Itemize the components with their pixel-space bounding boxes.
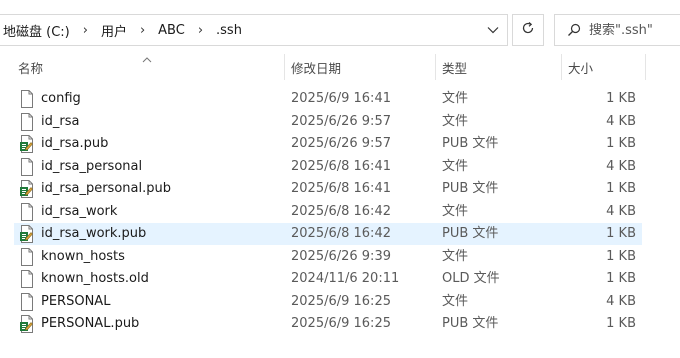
file-type: PUB 文件 — [442, 316, 499, 331]
blank-file-icon — [19, 292, 35, 311]
file-date: 2025/6/26 9:57 — [291, 136, 391, 151]
column-divider[interactable] — [645, 54, 646, 80]
file-size: 4 KB — [606, 158, 636, 174]
publisher-file-icon — [19, 180, 35, 198]
column-divider[interactable] — [284, 54, 285, 80]
blank-file-icon — [19, 157, 35, 176]
blank-file-icon — [19, 90, 35, 108]
breadcrumb-users[interactable]: 用户 — [98, 21, 130, 40]
file-row[interactable]: id_rsa_personal 2025/6/8 16:41 文件 4 KB — [14, 156, 642, 178]
file-row[interactable]: id_rsa.pub 2025/6/26 9:57 PUB 文件 1 KB — [14, 133, 642, 155]
file-type: 文件 — [442, 113, 469, 129]
file-type: 文件 — [442, 203, 469, 219]
file-name: id_rsa_work — [41, 203, 118, 219]
file-name: known_hosts.old — [41, 271, 149, 286]
publisher-file-icon — [19, 225, 35, 243]
column-divider[interactable] — [435, 54, 436, 80]
column-header-row: 名称 修改日期 类型 大小 — [0, 54, 680, 80]
file-size: 1 KB — [606, 316, 636, 331]
window-top-strip — [0, 0, 680, 8]
column-divider[interactable] — [561, 54, 562, 80]
file-size: 1 KB — [606, 271, 636, 286]
file-size: 1 KB — [606, 226, 636, 241]
blank-file-icon — [19, 112, 35, 131]
search-input[interactable] — [589, 22, 669, 38]
file-row[interactable]: id_rsa_personal.pub 2025/6/8 16:41 PUB 文件 1… — [14, 178, 642, 200]
file-size: 1 KB — [606, 136, 636, 151]
file-date: 2024/11/6 20:11 — [291, 271, 400, 286]
blank-file-icon — [19, 270, 35, 288]
chevron-down-icon[interactable] — [485, 22, 501, 38]
file-type: PUB 文件 — [442, 226, 499, 241]
breadcrumb-separator[interactable]: › — [188, 23, 213, 38]
search-icon — [567, 23, 581, 37]
file-size: 1 KB — [606, 181, 636, 196]
breadcrumb: 地磁盘 (C:) › 用户 › ABC › .ssh — [0, 15, 245, 45]
file-row[interactable]: known_hosts 2025/6/26 9:39 文件 1 KB — [14, 246, 642, 268]
refresh-icon — [521, 21, 535, 39]
file-size: 4 KB — [606, 203, 636, 219]
file-name: id_rsa.pub — [41, 136, 109, 151]
file-date: 2025/6/26 9:57 — [291, 113, 391, 129]
file-size: 4 KB — [606, 113, 636, 129]
file-name: config — [41, 91, 81, 106]
file-date: 2025/6/8 16:41 — [291, 181, 391, 196]
file-type: 文件 — [442, 91, 469, 106]
file-date: 2025/6/9 16:25 — [291, 316, 391, 331]
blank-file-icon — [19, 202, 35, 221]
file-row[interactable]: PERSONAL 2025/6/9 16:25 文件 4 KB — [14, 291, 642, 313]
file-row[interactable]: config 2025/6/9 16:41 文件 1 KB — [14, 88, 642, 110]
publisher-file-icon — [19, 135, 35, 153]
file-size: 1 KB — [606, 91, 636, 106]
column-header-name[interactable]: 名称 — [18, 54, 43, 80]
file-date: 2025/6/8 16:42 — [291, 226, 391, 241]
column-header-size[interactable]: 大小 — [568, 54, 593, 80]
file-date: 2025/6/26 9:39 — [291, 248, 391, 264]
sort-ascending-icon — [142, 52, 152, 67]
file-name: PERSONAL — [41, 293, 111, 309]
file-date: 2025/6/9 16:25 — [291, 293, 391, 309]
file-row[interactable]: known_hosts.old 2024/11/6 20:11 OLD 文件 1 KB — [14, 268, 642, 290]
column-header-type[interactable]: 类型 — [442, 54, 467, 80]
file-type: OLD 文件 — [442, 271, 500, 286]
file-name: id_rsa_personal — [41, 158, 143, 174]
file-type: 文件 — [442, 293, 469, 309]
file-name: id_rsa_work.pub — [41, 226, 147, 241]
file-date: 2025/6/9 16:41 — [291, 91, 391, 106]
file-row[interactable]: id_rsa 2025/6/26 9:57 文件 4 KB — [14, 111, 642, 133]
file-type: PUB 文件 — [442, 136, 499, 151]
file-name: PERSONAL.pub — [41, 316, 140, 331]
blank-file-icon — [19, 247, 35, 266]
file-row[interactable]: PERSONAL.pub 2025/6/9 16:25 PUB 文件 1 KB — [14, 313, 642, 335]
breadcrumb-separator[interactable]: › — [130, 23, 155, 38]
file-name: id_rsa_personal.pub — [41, 181, 171, 196]
breadcrumb-drive[interactable]: 地磁盘 (C:) — [0, 21, 73, 40]
search-box[interactable] — [554, 14, 680, 46]
file-date: 2025/6/8 16:42 — [291, 203, 391, 219]
file-type: 文件 — [442, 158, 469, 174]
file-date: 2025/6/8 16:41 — [291, 158, 391, 174]
breadcrumb-abc[interactable]: ABC — [155, 23, 188, 38]
file-size: 1 KB — [606, 248, 636, 264]
breadcrumb-separator[interactable]: › — [73, 23, 98, 38]
file-name: id_rsa — [41, 113, 80, 129]
publisher-file-icon — [19, 315, 35, 333]
file-name: known_hosts — [41, 248, 125, 264]
file-type: 文件 — [442, 248, 469, 264]
column-header-date[interactable]: 修改日期 — [291, 54, 341, 80]
file-size: 4 KB — [606, 293, 636, 309]
refresh-button[interactable] — [512, 14, 544, 46]
breadcrumb-ssh[interactable]: .ssh — [213, 23, 245, 38]
file-row-selected[interactable]: id_rsa_work.pub 2025/6/8 16:42 PUB 文件 1 KB — [14, 223, 642, 245]
file-row[interactable]: id_rsa_work 2025/6/8 16:42 文件 4 KB — [14, 201, 642, 223]
file-type: PUB 文件 — [442, 181, 499, 196]
address-bar[interactable]: 地磁盘 (C:) › 用户 › ABC › .ssh — [0, 14, 508, 46]
